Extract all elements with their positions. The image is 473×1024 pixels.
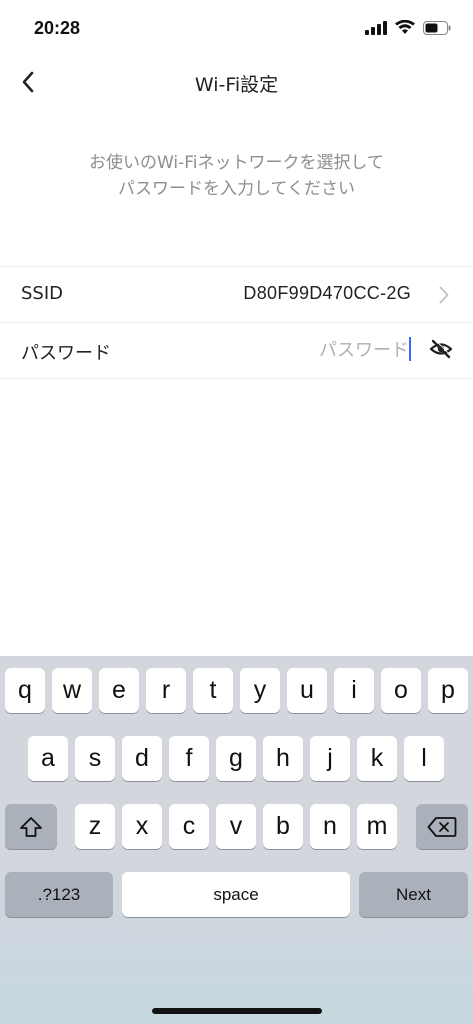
toggle-password-visibility-button[interactable] (429, 338, 453, 363)
key-b[interactable]: b (263, 804, 303, 849)
wifi-icon (395, 20, 415, 34)
key-j[interactable]: j (310, 736, 350, 781)
status-bar: 20:28 (0, 0, 473, 54)
ssid-label: SSID (21, 283, 64, 304)
key-y[interactable]: y (240, 668, 280, 713)
key-g[interactable]: g (216, 736, 256, 781)
key-c[interactable]: c (169, 804, 209, 849)
key-q[interactable]: q (5, 668, 45, 713)
key-o[interactable]: o (381, 668, 421, 713)
shift-key[interactable] (5, 804, 57, 849)
onscreen-keyboard: q w e r t y u i o p a s d f g h j k l z … (0, 656, 473, 1024)
password-label: パスワード (21, 343, 111, 364)
navigation-bar: Wi-Fi設定 (0, 54, 473, 110)
key-t[interactable]: t (193, 668, 233, 713)
instruction-text: お使いのWi-Fiネットワークを選択して パスワードを入力してください (40, 150, 433, 202)
key-i[interactable]: i (334, 668, 374, 713)
key-h[interactable]: h (263, 736, 303, 781)
key-d[interactable]: d (122, 736, 162, 781)
text-caret (409, 337, 411, 361)
key-s[interactable]: s (75, 736, 115, 781)
battery-icon (423, 20, 451, 35)
key-x[interactable]: x (122, 804, 162, 849)
page-title: Wi-Fi設定 (194, 74, 279, 96)
key-k[interactable]: k (357, 736, 397, 781)
key-r[interactable]: r (146, 668, 186, 713)
key-a[interactable]: a (28, 736, 68, 781)
key-z[interactable]: z (75, 804, 115, 849)
space-key[interactable]: space (122, 872, 350, 917)
status-time: 20:28 (34, 18, 81, 38)
home-indicator (152, 1008, 322, 1014)
key-l[interactable]: l (404, 736, 444, 781)
wifi-form: SSID D80F99D470CC-2G パスワード (0, 266, 473, 379)
key-n[interactable]: n (310, 804, 350, 849)
key-u[interactable]: u (287, 668, 327, 713)
password-input[interactable] (189, 334, 409, 366)
chevron-right-icon (439, 286, 449, 304)
key-f[interactable]: f (169, 736, 209, 781)
ssid-row[interactable]: SSID D80F99D470CC-2G (0, 266, 473, 322)
cellular-signal-icon (365, 20, 387, 35)
shift-icon (20, 816, 42, 837)
key-v[interactable]: v (216, 804, 256, 849)
backspace-icon (427, 816, 457, 837)
instruction-line-1: お使いのWi-Fiネットワークを選択して (88, 153, 385, 173)
key-w[interactable]: w (52, 668, 92, 713)
eye-off-icon (429, 338, 453, 359)
instruction-line-2: パスワードを入力してください (118, 179, 355, 199)
status-icons (365, 20, 451, 35)
delete-key[interactable] (416, 804, 468, 849)
key-e[interactable]: e (99, 668, 139, 713)
password-row: パスワード (0, 322, 473, 379)
numbers-key[interactable]: .?123 (5, 872, 113, 917)
next-key[interactable]: Next (359, 872, 468, 917)
ssid-value: D80F99D470CC-2G (243, 283, 411, 303)
key-p[interactable]: p (428, 668, 468, 713)
key-m[interactable]: m (357, 804, 397, 849)
